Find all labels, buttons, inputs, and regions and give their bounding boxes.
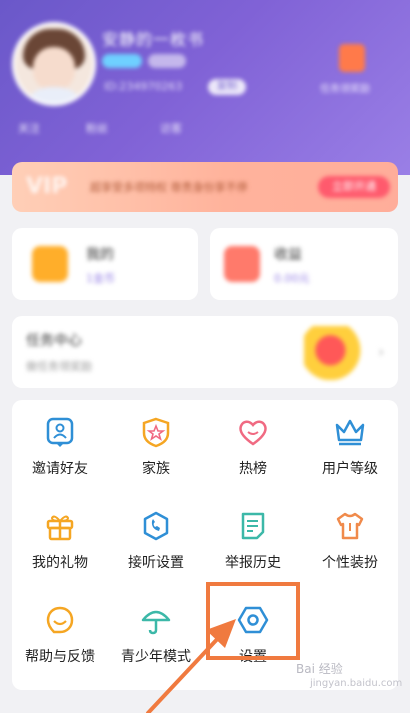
watermark-url: jingyan.baidu.com xyxy=(310,678,403,689)
pointer-arrow xyxy=(146,619,236,713)
watermark: Bai 经验 xyxy=(296,662,343,676)
